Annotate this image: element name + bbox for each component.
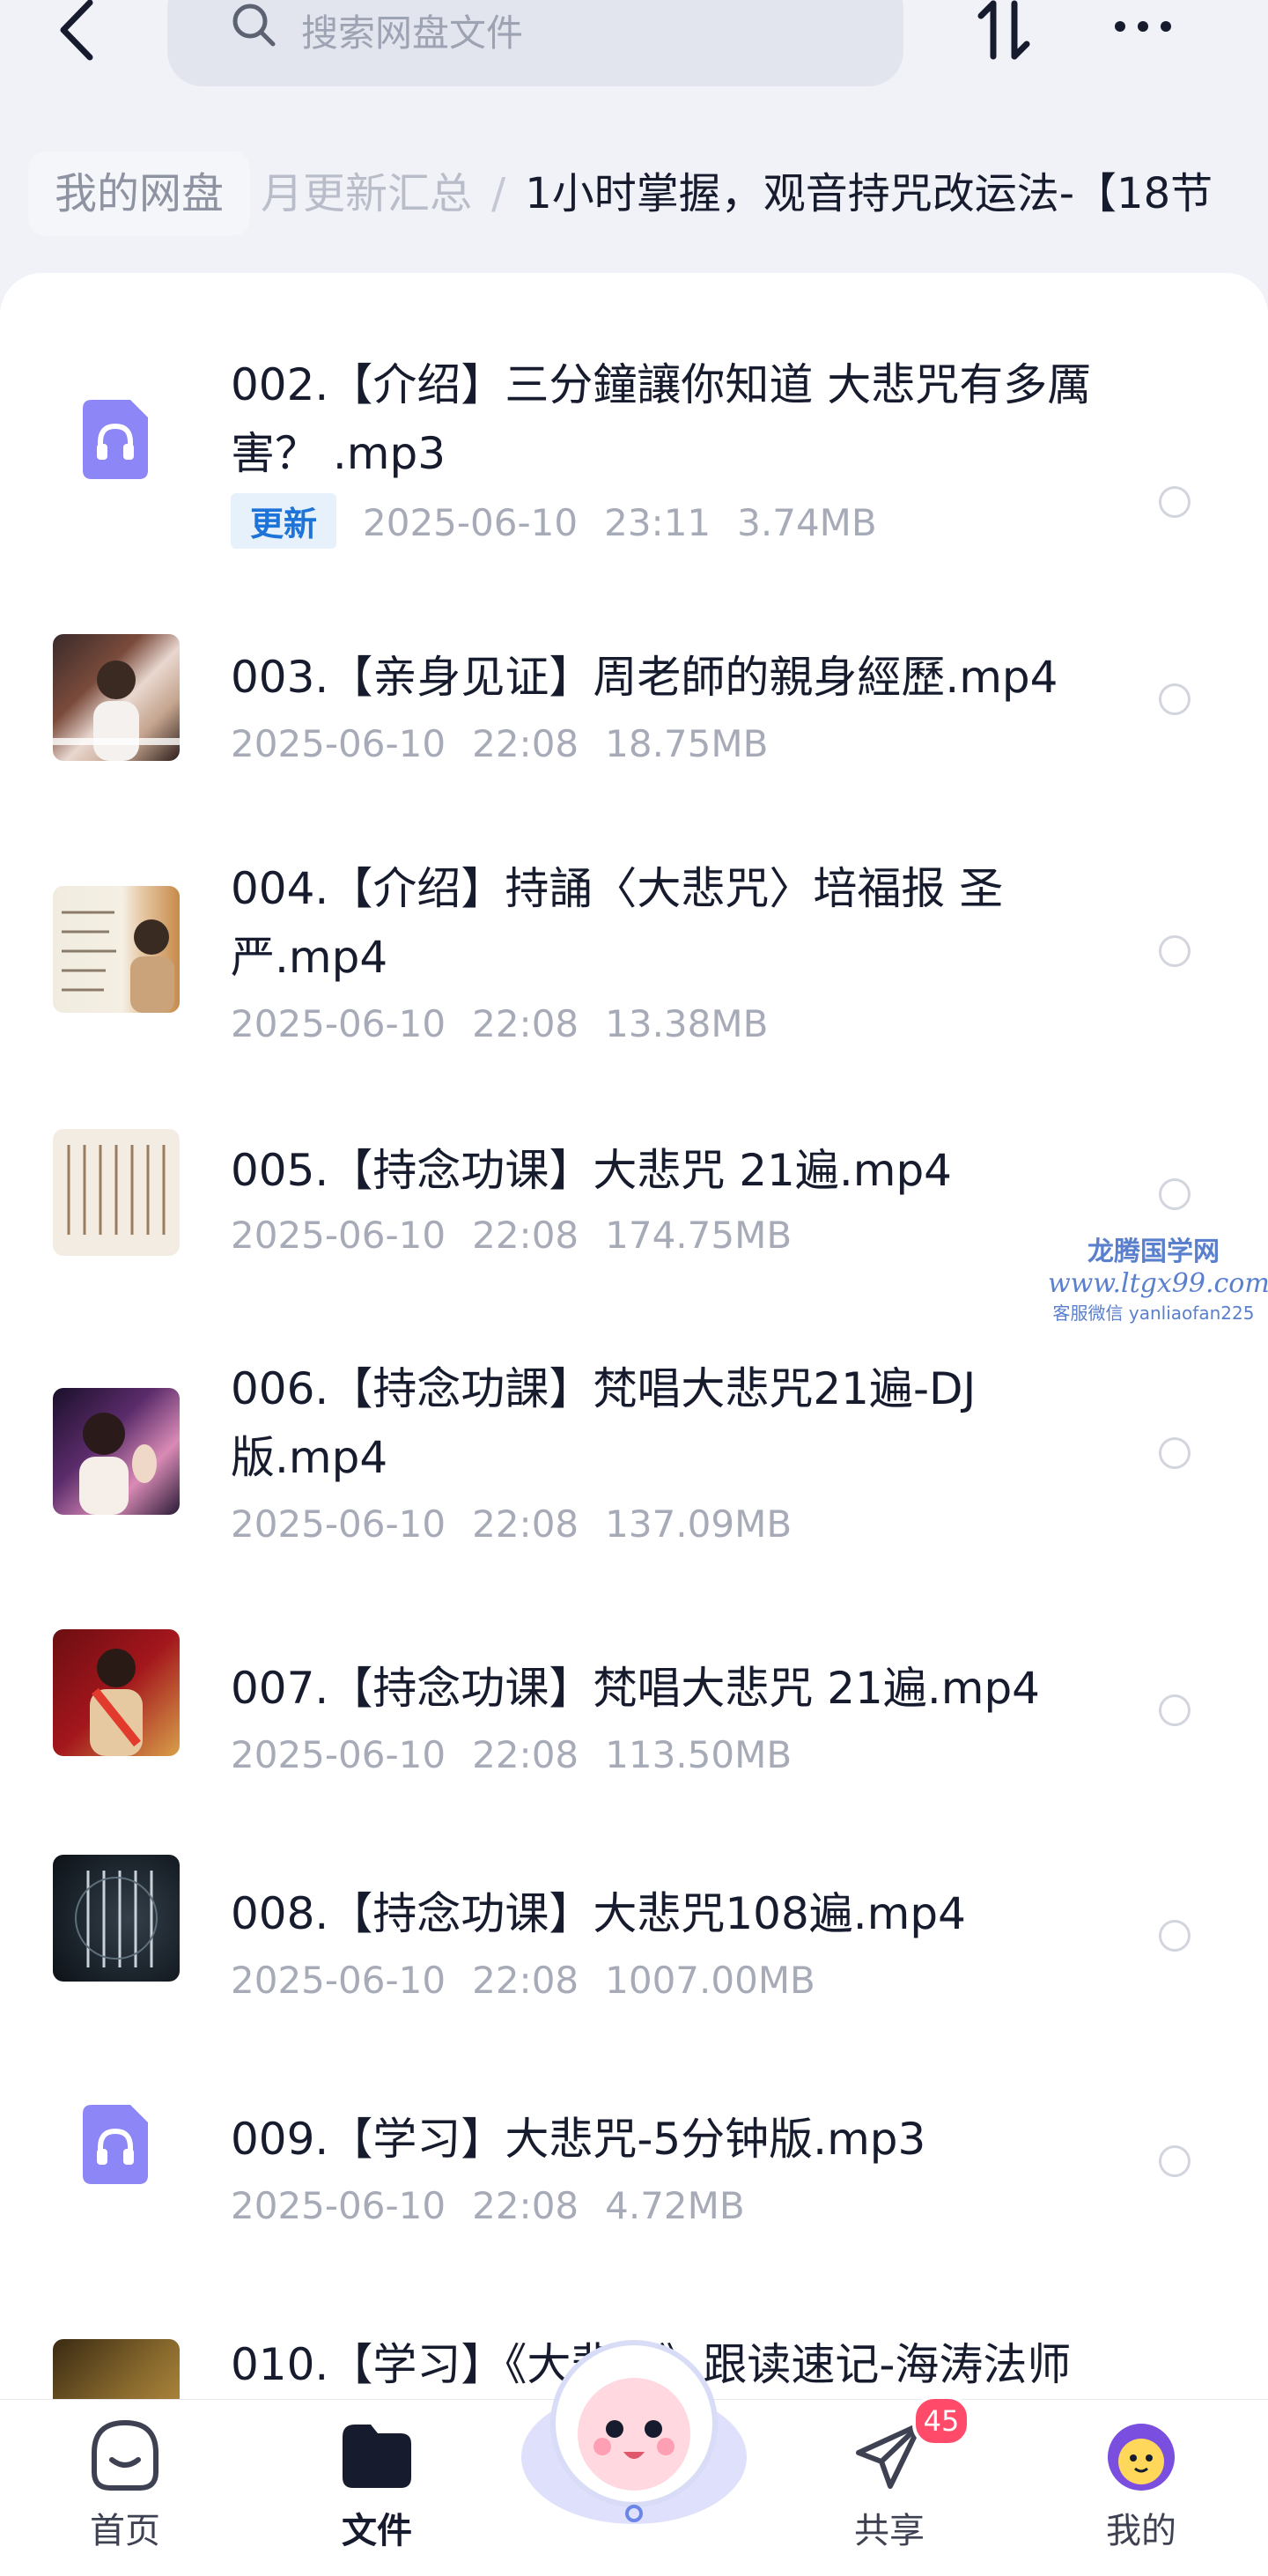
mascot-icon <box>521 2340 747 2524</box>
file-time: 22:08 <box>472 722 579 765</box>
nav-home[interactable]: 首页 <box>37 2417 213 2553</box>
file-name: 004.【介绍】持誦〈大悲咒〉培福报 圣严.mp4 <box>231 863 1004 983</box>
search-input[interactable]: 搜索网盘文件 <box>167 0 903 86</box>
more-dots-icon <box>1115 21 1171 32</box>
select-radio[interactable] <box>1159 2145 1191 2177</box>
file-date: 2025-06-10 <box>231 1214 446 1257</box>
file-size: 137.09MB <box>605 1502 792 1546</box>
list-item[interactable]: 006.【持念功課】梵唱大悲咒21遍-DJ版.mp4 2025-06-10 22:… <box>0 1330 1268 1559</box>
video-thumbnail <box>53 1855 180 1982</box>
file-meta: 2025-06-10 22:08 113.50MB <box>231 1733 818 1776</box>
search-placeholder: 搜索网盘文件 <box>301 11 524 55</box>
video-thumbnail <box>53 634 180 761</box>
mascot-button[interactable] <box>511 2325 757 2536</box>
breadcrumb-current: 1小时掌握，观音持咒改运法-【18节 <box>525 169 1213 218</box>
select-radio[interactable] <box>1159 935 1191 967</box>
file-date: 2025-06-10 <box>231 722 446 765</box>
select-radio[interactable] <box>1159 1694 1191 1726</box>
nav-files-label: 文件 <box>342 2511 412 2551</box>
file-time: 22:08 <box>472 1214 579 1257</box>
file-meta: 2025-06-10 22:08 13.38MB <box>231 1002 794 1045</box>
watermark-line3: 客服微信 yanliaofan225 <box>1052 1303 1255 1324</box>
file-size: 113.50MB <box>605 1733 792 1776</box>
audio-file-icon <box>83 400 148 479</box>
file-date: 2025-06-10 <box>231 1733 446 1776</box>
file-time: 23:11 <box>604 501 711 544</box>
nav-share-label: 共享 <box>854 2511 925 2551</box>
file-date: 2025-06-10 <box>231 2184 446 2227</box>
list-item[interactable]: 002.【介绍】三分鐘讓你知道 大悲咒有多厲害？ .mp3 更新 2025-06-… <box>0 326 1268 549</box>
nav-mine-label: 我的 <box>1106 2511 1176 2551</box>
file-time: 22:08 <box>472 2184 579 2227</box>
file-date: 2025-06-10 <box>231 1959 446 2002</box>
file-meta: 2025-06-10 22:08 137.09MB <box>231 1502 818 1546</box>
top-bar: 搜索网盘文件 <box>0 0 1268 97</box>
watermark: 龙腾国学网 www.ltgx99.com 客服微信 yanliaofan225 <box>1048 1229 1268 1325</box>
home-icon <box>85 2417 165 2493</box>
file-time: 22:08 <box>472 1502 579 1546</box>
file-size: 3.74MB <box>737 501 877 544</box>
breadcrumb-middle[interactable]: 月更新汇总 <box>261 169 472 218</box>
file-date: 2025-06-10 <box>231 1002 446 1045</box>
file-name: 007.【持念功课】梵唱大悲咒 21遍.mp4 <box>231 1663 1040 1714</box>
file-date: 2025-06-10 <box>231 1502 446 1546</box>
select-radio[interactable] <box>1159 1178 1191 1210</box>
sort-arrows-icon <box>977 0 1030 60</box>
file-meta: 2025-06-10 22:08 174.75MB <box>231 1214 818 1257</box>
file-list: 002.【介绍】三分鐘讓你知道 大悲咒有多厲害？ .mp3 更新 2025-06-… <box>0 273 1268 2404</box>
video-thumbnail <box>53 1388 180 1515</box>
file-meta: 更新 2025-06-10 23:11 3.74MB <box>231 493 903 549</box>
audio-file-icon <box>83 2105 148 2184</box>
sort-button[interactable] <box>969 0 1039 65</box>
file-meta: 2025-06-10 22:08 4.72MB <box>231 2184 771 2227</box>
nav-files[interactable]: 文件 <box>289 2417 465 2553</box>
search-icon <box>232 4 276 47</box>
file-meta: 2025-06-10 22:08 1007.00MB <box>231 1959 842 2002</box>
video-thumbnail <box>53 1629 180 1756</box>
file-time: 22:08 <box>472 1002 579 1045</box>
file-size: 174.75MB <box>605 1214 792 1257</box>
file-name: 005.【持念功课】大悲咒 21遍.mp4 <box>231 1145 952 1196</box>
list-item[interactable]: 009.【学习】大悲咒-5分钟版.mp3 2025-06-10 22:08 4.72… <box>0 2080 1268 2256</box>
list-item[interactable]: 007.【持念功课】梵唱大悲咒 21遍.mp4 2025-06-10 22:08 1… <box>0 1629 1268 1805</box>
file-size: 1007.00MB <box>605 1959 815 2002</box>
breadcrumb-root[interactable]: 我的网盘 <box>28 151 251 236</box>
back-button[interactable] <box>46 0 107 65</box>
file-date: 2025-06-10 <box>363 501 579 544</box>
select-radio[interactable] <box>1159 1920 1191 1952</box>
file-name: 006.【持念功課】梵唱大悲咒21遍-DJ版.mp4 <box>231 1363 977 1483</box>
breadcrumb-trail: 月更新汇总 / 1小时掌握，观音持咒改运法-【18节 <box>261 151 1213 236</box>
watermark-line1: 龙腾国学网 <box>1087 1236 1220 1267</box>
list-item[interactable]: 003.【亲身见证】周老師的親身經歷.mp4 2025-06-10 22:08 18… <box>0 616 1268 793</box>
file-size: 4.72MB <box>605 2184 745 2227</box>
breadcrumb-separator: / <box>491 169 506 218</box>
file-time: 22:08 <box>472 1959 579 2002</box>
select-radio[interactable] <box>1159 683 1191 715</box>
video-thumbnail <box>53 2339 180 2404</box>
video-thumbnail <box>53 1129 180 1256</box>
file-name: 003.【亲身见证】周老師的親身經歷.mp4 <box>231 652 1058 703</box>
share-notification-badge: 45 <box>912 2395 970 2447</box>
watermark-line2: www.ltgx99.com <box>1048 1268 1268 1299</box>
more-button[interactable] <box>1111 9 1175 44</box>
file-name: 002.【介绍】三分鐘讓你知道 大悲咒有多厲害？ .mp3 <box>231 359 1092 479</box>
file-size: 18.75MB <box>605 722 769 765</box>
file-size: 13.38MB <box>605 1002 769 1045</box>
file-meta: 2025-06-10 22:08 18.75MB <box>231 722 794 765</box>
chevron-left-icon <box>60 0 93 61</box>
file-time: 22:08 <box>472 1733 579 1776</box>
breadcrumb: 我的网盘 月更新汇总 / 1小时掌握，观音持咒改运法-【18节 <box>0 141 1268 247</box>
file-name: 009.【学习】大悲咒-5分钟版.mp3 <box>231 2114 926 2165</box>
select-radio[interactable] <box>1159 1437 1191 1469</box>
nav-mine[interactable]: 我的 <box>1053 2417 1229 2553</box>
folder-icon <box>337 2417 417 2493</box>
file-name: 008.【持念功课】大悲咒108遍.mp4 <box>231 1888 966 1939</box>
list-item[interactable]: 004.【介绍】持誦〈大悲咒〉培福报 圣严.mp4 2025-06-10 22:0… <box>0 837 1268 1066</box>
avatar-icon <box>1102 2417 1181 2493</box>
video-thumbnail <box>53 886 180 1013</box>
select-radio[interactable] <box>1159 486 1191 518</box>
update-badge: 更新 <box>231 493 337 549</box>
list-item[interactable]: 008.【持念功课】大悲咒108遍.mp4 2025-06-10 22:08 100… <box>0 1855 1268 2031</box>
nav-home-label: 首页 <box>90 2511 160 2551</box>
